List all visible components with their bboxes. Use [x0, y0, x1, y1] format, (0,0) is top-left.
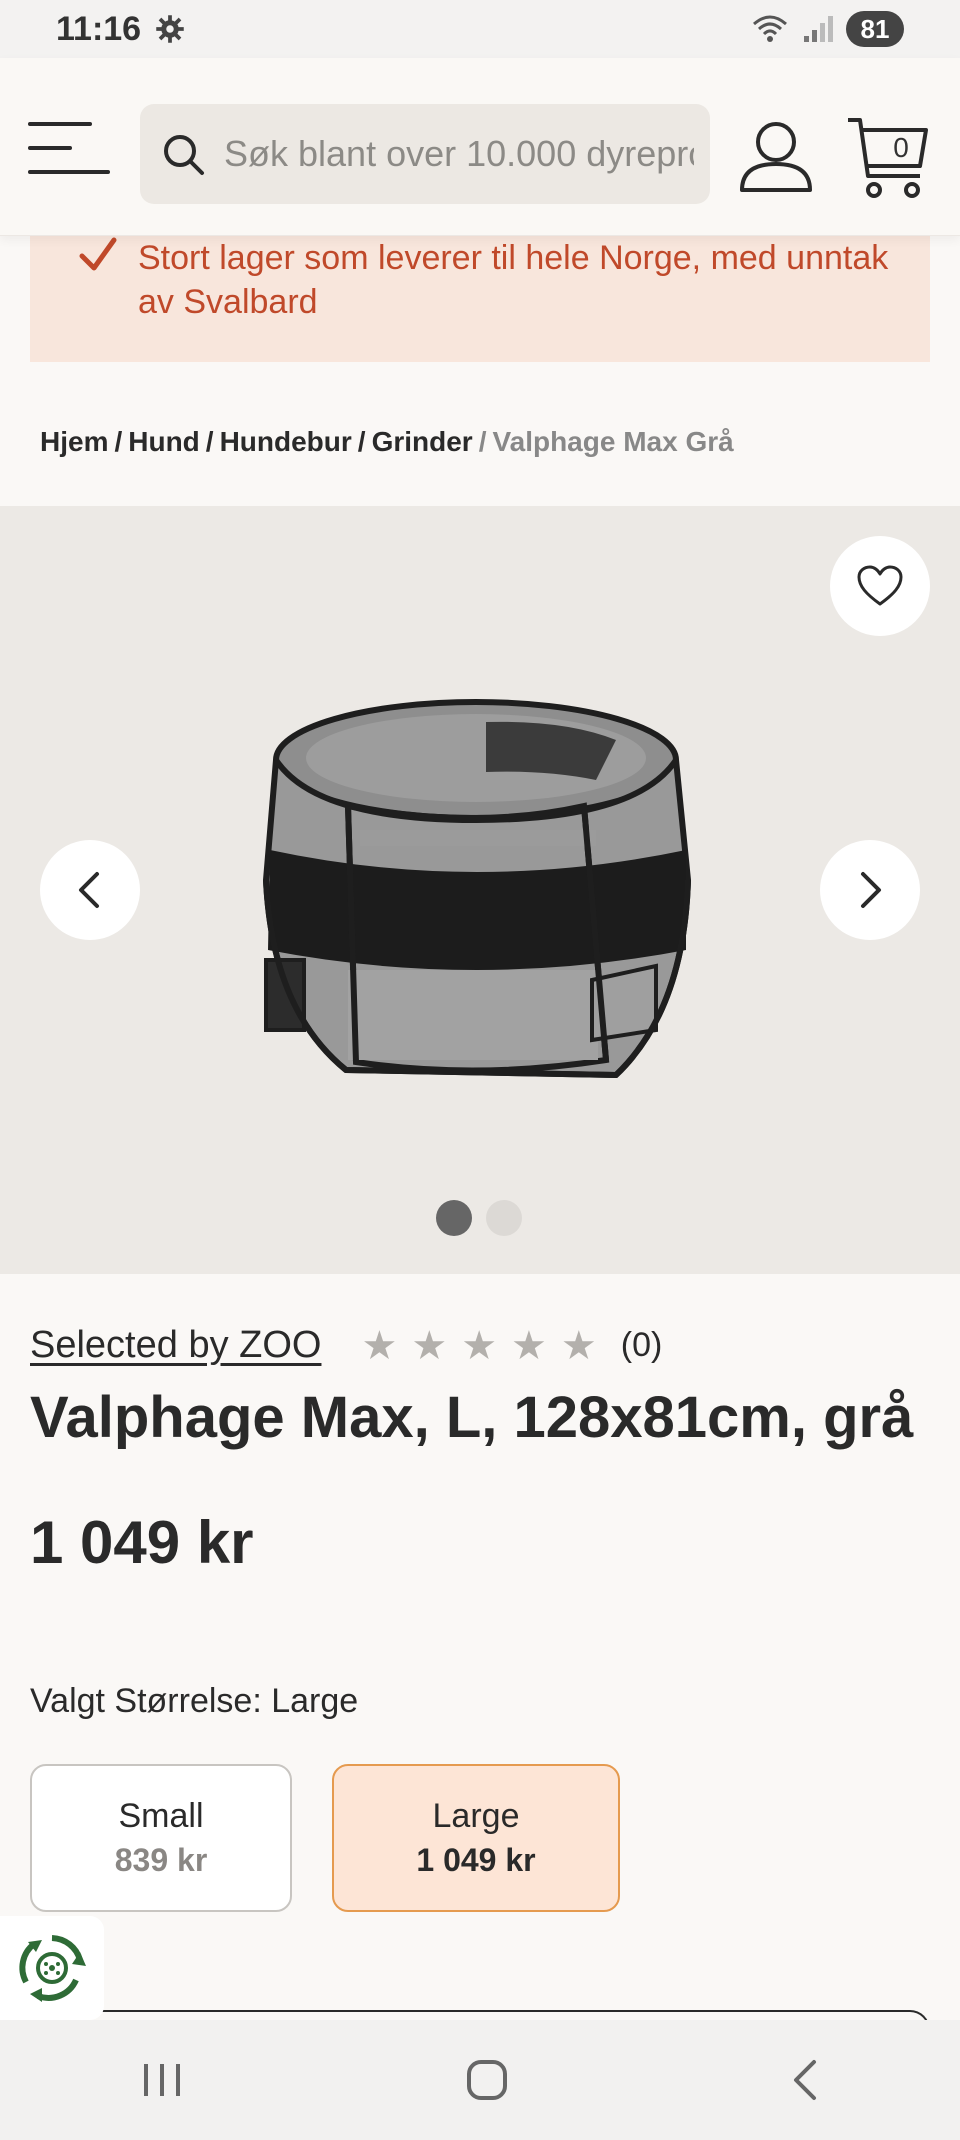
status-bar: 11:16 81 [0, 0, 960, 58]
gallery-dot-1[interactable] [436, 1200, 472, 1236]
product-gallery[interactable] [0, 506, 960, 1274]
star-icon: ★ [560, 1323, 597, 1368]
heart-icon [857, 565, 903, 606]
brand-link[interactable]: Selected by ZOO [30, 1324, 321, 1367]
star-icon: ★ [511, 1323, 547, 1368]
user-icon [740, 122, 812, 192]
breadcrumb-item-hund[interactable]: Hund [128, 426, 200, 457]
star-icon: ★ [411, 1323, 448, 1368]
product-page: 11:16 81 Søk blant over 10.000 dyreprodu… [0, 0, 960, 2140]
recent-apps-icon[interactable] [140, 2060, 184, 2100]
chevron-right-icon [861, 872, 881, 908]
recycle-icon [19, 1935, 86, 2002]
size-option-large[interactable]: Large 1 049 kr [332, 1764, 620, 1912]
status-right: 81 [750, 11, 904, 47]
size-option-small[interactable]: Small 839 kr [30, 1764, 292, 1912]
shipping-notice-text: Stort lager som leverer til hele Norge, … [138, 239, 889, 321]
star-icon: ★ [461, 1323, 498, 1368]
breadcrumb-item-hundebur[interactable]: Hundebur [220, 426, 352, 457]
rating-count[interactable]: (0) [621, 1326, 663, 1365]
account-button[interactable] [736, 118, 816, 198]
gallery-pagination [436, 1200, 522, 1236]
system-nav-bar [0, 2020, 960, 2140]
search-icon [164, 135, 204, 175]
size-option-name: Small [118, 1797, 204, 1835]
gallery-next-button[interactable] [820, 840, 920, 940]
breadcrumb-item-hjem[interactable]: Hjem [40, 426, 108, 457]
cart-button[interactable]: 0 [846, 116, 928, 200]
product-title: Valphage Max, L, 128x81cm, grå [30, 1385, 914, 1450]
battery-indicator: 81 [846, 11, 904, 47]
cart-count-badge: 0 [893, 132, 909, 163]
product-price: 1 049 kr [30, 1509, 254, 1576]
size-option-name: Large [432, 1797, 520, 1835]
breadcrumb-separator: / [114, 426, 123, 457]
checkmark-icon [79, 237, 117, 271]
settings-icon [156, 15, 184, 43]
status-left: 11:16 [56, 10, 185, 49]
breadcrumb-separator: / [357, 426, 366, 457]
back-icon[interactable] [790, 2058, 820, 2102]
breadcrumb-separator: / [205, 426, 214, 457]
wifi-icon [753, 15, 787, 42]
recycle-badge[interactable] [0, 1916, 104, 2020]
selected-size-label: Valgt Størrelse: Large [30, 1682, 359, 1720]
search-bar[interactable] [140, 104, 710, 204]
hamburger-menu-icon [28, 122, 110, 174]
status-time: 11:16 [56, 9, 142, 48]
product-meta-row: Selected by ZOO ★ ★ ★ ★ ★ (0) [30, 1324, 662, 1367]
site-header: 0 [0, 58, 960, 236]
breadcrumb-current: Valphage Max Grå [492, 426, 734, 457]
breadcrumb-separator: / [478, 426, 487, 457]
breadcrumb: Hjem / Hund / Hundebur / Grinder / Valphage Max … [40, 426, 734, 458]
search-input[interactable] [224, 133, 694, 175]
star-icon: ★ [361, 1323, 398, 1368]
gallery-dot-2[interactable] [486, 1200, 522, 1236]
size-option-price: 1 049 kr [416, 1842, 536, 1878]
home-icon[interactable] [465, 2058, 509, 2102]
signal-icon [804, 16, 833, 42]
gallery-prev-button[interactable] [40, 840, 140, 940]
rating-stars[interactable]: ★ ★ ★ ★ ★ [361, 1326, 596, 1366]
shipping-notice: Stort lager som leverer til hele Norge, … [30, 236, 930, 362]
size-option-price: 839 kr [114, 1842, 208, 1878]
product-image [263, 699, 691, 1079]
breadcrumb-item-grinder[interactable]: Grinder [372, 426, 473, 457]
chevron-left-icon [79, 872, 99, 908]
menu-button[interactable] [28, 118, 110, 178]
wishlist-button[interactable] [830, 536, 930, 636]
